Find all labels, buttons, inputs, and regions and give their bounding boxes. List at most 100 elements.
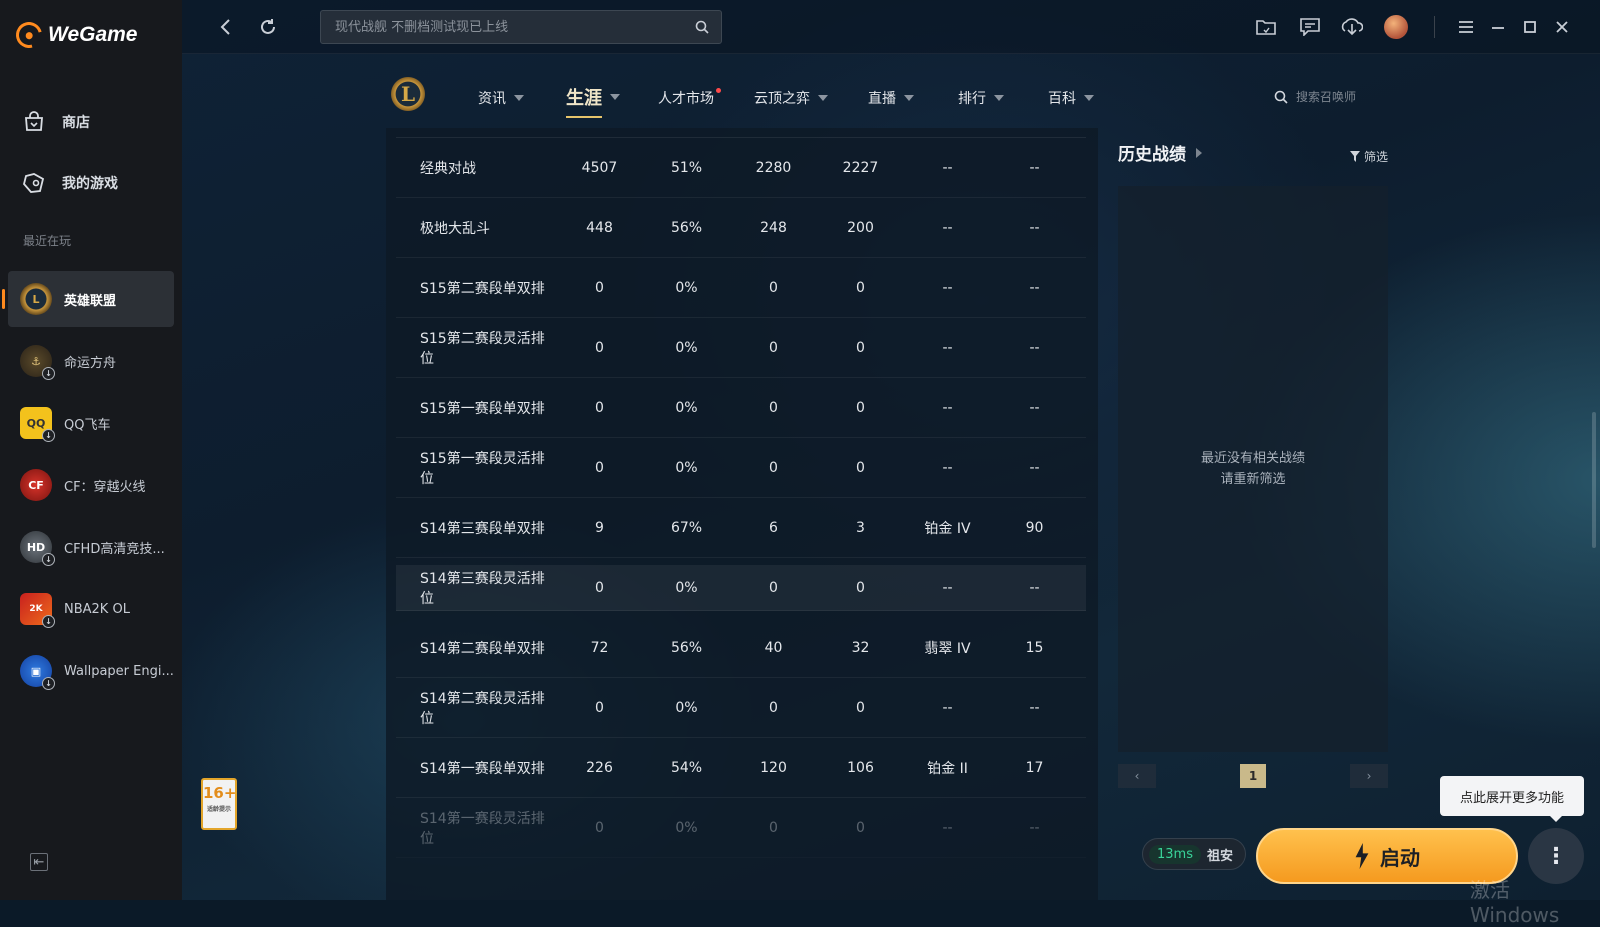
collapse-sidebar-button[interactable]: ⇤	[30, 853, 48, 871]
tab-label: 生涯	[566, 88, 602, 109]
search-icon	[695, 20, 709, 34]
chevron-down-icon	[994, 95, 1004, 101]
tab-career[interactable]: 生涯	[566, 84, 620, 118]
stat-cell: 0	[595, 819, 604, 836]
table-row[interactable]: S15第一赛段灵活排位 0 0% 0 0 -- --	[396, 438, 1086, 498]
folder-icon	[1256, 20, 1276, 35]
minimize-icon	[1492, 27, 1504, 29]
queue-name-cell: S15第一赛段灵活排位	[420, 450, 545, 487]
latency-indicator[interactable]: 13ms 祖安	[1142, 838, 1246, 870]
stat-cell: 0%	[675, 819, 698, 836]
back-button[interactable]	[214, 15, 238, 39]
lol-logo-icon[interactable]: L	[390, 74, 426, 114]
sidebar-game-qq-speed[interactable]: QQ ↓ QQ飞车	[8, 395, 174, 451]
stat-cell: 9	[595, 519, 604, 536]
stat-cell: 0	[856, 699, 865, 716]
minimize-button[interactable]	[1486, 15, 1510, 39]
refresh-button[interactable]	[256, 15, 280, 39]
stat-cell: --	[942, 579, 953, 596]
age-rating-badge[interactable]: 16+ 适龄提示	[201, 778, 237, 830]
wegame-logo[interactable]: WeGame	[11, 17, 138, 53]
cfhd-game-icon: HD ↓	[20, 531, 55, 566]
tab-wiki[interactable]: 百科	[1048, 88, 1094, 108]
tab-talent-market[interactable]: 人才市场	[658, 87, 721, 108]
stat-cell: 铂金 II	[927, 760, 968, 777]
sidebar-game-lost-ark[interactable]: ⚓ ↓ 命运方舟	[8, 333, 174, 389]
table-row[interactable]: S15第二赛段灵活排位 0 0% 0 0 -- --	[396, 318, 1086, 378]
wegame-logo-icon	[11, 17, 47, 53]
game-label: 命运方舟	[64, 355, 117, 371]
table-row[interactable]: 经典对战 4507 51% 2280 2227 -- --	[396, 138, 1086, 198]
chevron-down-icon	[818, 95, 828, 101]
table-row[interactable]: S14第三赛段灵活排位 0 0% 0 0 -- --	[396, 565, 1086, 611]
messages-button[interactable]	[1298, 15, 1322, 39]
match-history-panel: 历史战绩 筛选 最近没有相关战绩 请重新筛选 ‹ 1 ›	[1118, 140, 1388, 788]
sidebar-game-cf[interactable]: CF CF：穿越火线	[8, 457, 174, 513]
stat-cell: --	[942, 219, 953, 236]
table-row[interactable]: S15第二赛段单双排 0 0% 0 0 -- --	[396, 258, 1086, 318]
stat-cell: --	[1029, 699, 1040, 716]
search-input[interactable]	[333, 18, 695, 36]
ping-value: 13ms	[1149, 844, 1201, 864]
stat-cell: --	[1029, 459, 1040, 476]
tab-ranking[interactable]: 排行	[958, 88, 1004, 108]
stat-cell: 106	[847, 759, 874, 776]
summoner-search[interactable]: 搜索召唤师	[1274, 88, 1356, 105]
store-bag-icon	[22, 110, 46, 134]
stat-cell: --	[942, 279, 953, 296]
folder-button[interactable]	[1254, 15, 1278, 39]
downloads-button[interactable]	[1340, 15, 1364, 39]
maximize-button[interactable]	[1518, 15, 1542, 39]
stat-cell: 0	[856, 339, 865, 356]
sidebar-game-nba2k[interactable]: 2K ↓ NBA2K OL	[8, 581, 174, 637]
stat-cell: 226	[586, 759, 613, 776]
stat-cell: 0%	[675, 699, 698, 716]
stat-cell: 0	[769, 279, 778, 296]
stat-cell: 0	[595, 579, 604, 596]
table-row[interactable]: S14第一赛段单双排 226 54% 120 106 铂金 II 17	[396, 738, 1086, 798]
summoner-search-placeholder: 搜索召唤师	[1296, 90, 1357, 104]
chevron-left-icon: ‹	[1134, 769, 1140, 783]
current-page[interactable]: 1	[1240, 764, 1266, 788]
stat-cell: 32	[851, 639, 870, 656]
global-search[interactable]	[320, 10, 722, 44]
sidebar-game-wallpaper-engine[interactable]: ▣ ↓ Wallpaper Engi...	[8, 643, 174, 699]
table-row[interactable]: S15第一赛段单双排 0 0% 0 0 -- --	[396, 378, 1086, 438]
queue-name-cell: S14第一赛段单双排	[420, 760, 545, 777]
sidebar-item-my-games[interactable]: 我的游戏	[22, 171, 118, 195]
table-row[interactable]: 极地大乱斗 448 56% 248 200 -- --	[396, 198, 1086, 258]
scrollbar[interactable]	[1592, 412, 1596, 548]
table-row[interactable]: S14第二赛段单双排 72 56% 40 32 翡翠 IV 15	[396, 618, 1086, 678]
sidebar-game-cfhd[interactable]: HD ↓ CFHD高清竞技...	[8, 519, 174, 575]
chevron-down-icon	[514, 95, 524, 101]
tab-tft[interactable]: 云顶之弈	[754, 88, 828, 108]
menu-button[interactable]	[1454, 15, 1478, 39]
tab-news[interactable]: 资讯	[478, 88, 524, 108]
sidebar-game-lol[interactable]: L 英雄联盟	[2, 271, 174, 327]
stat-cell: --	[942, 699, 953, 716]
server-name: 祖安	[1206, 848, 1233, 864]
queue-name-cell: S14第二赛段单双排	[420, 640, 545, 657]
sidebar-item-store[interactable]: 商店	[22, 110, 90, 134]
stat-cell: 56%	[670, 639, 703, 656]
stat-cell: 0	[595, 699, 604, 716]
sidebar: WeGame 商店 我的游戏 最近在玩 L 英雄联盟 ⚓ ↓ 命运方舟 QQ ↓ Q…	[0, 0, 182, 900]
table-row[interactable]: S14第一赛段灵活排位 0 0% 0 0 -- --	[396, 798, 1086, 858]
history-title[interactable]: 历史战绩	[1118, 140, 1388, 165]
user-avatar-button[interactable]	[1384, 15, 1408, 39]
search-icon	[1274, 90, 1288, 104]
close-button[interactable]	[1550, 15, 1574, 39]
stat-cell: 0	[769, 579, 778, 596]
table-row[interactable]: S14第三赛段单双排 9 67% 6 3 铂金 IV 90	[396, 498, 1086, 558]
stat-cell: 3	[856, 519, 865, 536]
divider	[1434, 16, 1435, 38]
tab-live[interactable]: 直播	[868, 88, 914, 108]
table-row[interactable]: S14第二赛段灵活排位 0 0% 0 0 -- --	[396, 678, 1086, 738]
stat-cell: --	[1029, 279, 1040, 296]
game-nav: L 资讯 生涯 人才市场 云顶之弈 直播 排行 百科 搜索召唤师	[182, 54, 1600, 130]
prev-page-button[interactable]: ‹	[1118, 764, 1156, 788]
next-page-button[interactable]: ›	[1350, 764, 1388, 788]
queue-name-cell: S14第三赛段单双排	[420, 520, 545, 537]
stat-cell: 0	[769, 399, 778, 416]
filter-button[interactable]: 筛选	[1349, 148, 1388, 165]
